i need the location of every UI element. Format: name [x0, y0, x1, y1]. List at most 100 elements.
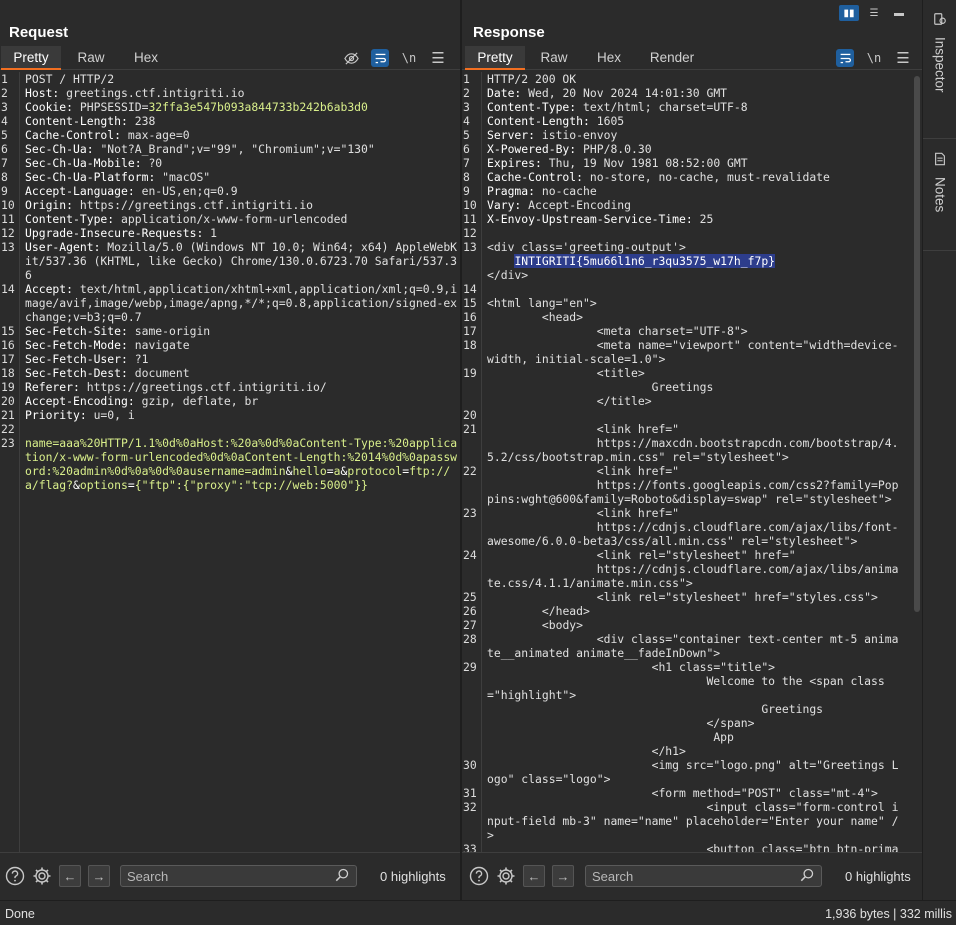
header-value: Thu, 19 Nov 1981 08:52:00 GMT [548, 156, 748, 170]
header-name: Server: [487, 128, 542, 142]
response-editor[interactable]: 1 HTTP/2 200 OK 2 Date: Wed, 20 Nov 2024 14… [462, 72, 922, 852]
line-number: 10 [1, 198, 15, 212]
line-number: 32 [463, 800, 477, 814]
line-number [462, 674, 482, 702]
search-icon[interactable] [800, 868, 814, 885]
code-line: 3 Cookie: PHPSESSID=32ffa3e547b093a844733… [0, 100, 460, 114]
header-name: Host: [25, 86, 67, 100]
highlights-count: 0 highlights [380, 869, 446, 884]
next-arrow-icon[interactable]: → [552, 865, 574, 887]
menu-icon[interactable]: ☰ [429, 49, 447, 67]
line-number [462, 268, 482, 282]
line-number: 12 [463, 226, 477, 240]
request-editor[interactable]: 1 POST / HTTP/2 2 Host: greetings.ctf.intig… [0, 72, 460, 852]
response-tab-raw[interactable]: Raw [526, 46, 582, 70]
previous-arrow-icon[interactable]: ← [59, 865, 81, 887]
response-search-input[interactable] [585, 865, 822, 887]
code-text: <input class="form-control input-field m… [487, 800, 899, 842]
line-number [462, 702, 482, 716]
response-tab-hex[interactable]: Hex [583, 46, 635, 70]
request-search-input[interactable] [120, 865, 357, 887]
code-line: </div> [462, 268, 902, 282]
line-content: App [482, 730, 902, 744]
header-value: max-age=0 [127, 128, 190, 142]
line-number: 23 [1, 436, 15, 450]
line-content: Host: greetings.ctf.intigriti.io [20, 86, 460, 100]
inspector-tab[interactable]: Inspector [923, 12, 956, 93]
code-line: Welcome to the <span class="highlight"> [462, 674, 902, 702]
line-number: 18 [463, 338, 477, 352]
line-content: Pragma: no-cache [482, 184, 902, 198]
code-line: 6 X-Powered-By: PHP/8.0.30 [462, 142, 902, 156]
line-content: </div> [482, 268, 902, 282]
line-content: name=aaa%20HTTP/1.1%0d%0aHost:%20a%0d%0a… [20, 436, 460, 492]
code-line: 10 Vary: Accept-Encoding [462, 198, 902, 212]
newline-icon[interactable]: \n [865, 49, 883, 67]
previous-arrow-icon[interactable]: ← [523, 865, 545, 887]
line-content: https://cdnjs.cloudflare.com/ajax/libs/f… [482, 520, 902, 548]
line-number: 7 [463, 156, 470, 170]
line-content: <head> [482, 310, 902, 324]
line-number [462, 254, 482, 268]
request-tabs: Pretty Raw Hex \n ☰ [0, 46, 460, 70]
header-value: text/html,application/xhtml+xml,applicat… [25, 282, 458, 324]
line-number: 20 [1, 394, 15, 408]
line-number: 19 [1, 380, 15, 394]
code-text: <button class="btn btn-primary [706, 842, 899, 852]
line-number: 6 [1, 142, 8, 156]
response-tab-pretty[interactable]: Pretty [465, 46, 525, 70]
wrap-icon[interactable] [371, 49, 389, 67]
help-icon[interactable] [468, 865, 490, 887]
menu-icon[interactable]: ☰ [894, 49, 912, 67]
body-param: hello [292, 464, 327, 478]
code-line: 21 Priority: u=0, i [0, 408, 460, 422]
response-size-timing: 1,936 bytes | 332 millis [825, 907, 952, 921]
code-text: https://maxcdn.bootstrapcdn.com/bootstra… [487, 436, 899, 464]
response-scrollbar[interactable] [914, 76, 920, 612]
header-name: User-Agent: [25, 240, 108, 254]
next-arrow-icon[interactable]: → [88, 865, 110, 887]
wrap-icon[interactable] [836, 49, 854, 67]
code-line: 10 Origin: https://greetings.ctf.intigrit… [0, 198, 460, 212]
search-icon[interactable] [335, 868, 349, 885]
line-number: 15 [1, 324, 15, 338]
layout-stacked-icon[interactable]: ☰ [864, 5, 884, 21]
help-icon[interactable] [4, 865, 26, 887]
notes-label: Notes [932, 177, 948, 213]
header-name: Sec-Fetch-Mode: [25, 338, 135, 352]
header-name: Sec-Ch-Ua-Platform: [25, 170, 163, 184]
code-text: POST / HTTP/2 [25, 72, 115, 86]
header-name: Referer: [25, 380, 87, 394]
code-line: 22 <link href=" [462, 464, 902, 478]
notes-tab[interactable]: Notes [923, 152, 956, 212]
header-value: document [134, 366, 190, 380]
code-text: <link rel="stylesheet" href=" [487, 548, 796, 562]
line-number: 16 [1, 338, 15, 352]
settings-gear-icon[interactable] [31, 865, 53, 887]
request-tab-pretty[interactable]: Pretty [1, 46, 61, 70]
code-text: App [487, 730, 734, 744]
code-text: <link href=" [487, 422, 680, 436]
header-name: Sec-Fetch-Site: [25, 324, 135, 338]
request-tab-hex[interactable]: Hex [120, 46, 172, 70]
header-name: X-Envoy-Upstream-Service-Time: [487, 212, 700, 226]
header-value: en-US,en;q=0.9 [141, 184, 238, 198]
response-title: Response [473, 24, 545, 41]
line-content: <link href=" [482, 464, 902, 478]
code-line: </title> [462, 394, 902, 408]
line-content: <button class="btn btn-primary [482, 842, 902, 852]
request-tab-raw[interactable]: Raw [62, 46, 120, 70]
layout-side-by-side-icon[interactable]: ▮▮ [839, 5, 859, 21]
code-text: <link rel="stylesheet" href="styles.css"… [487, 590, 878, 604]
newline-icon[interactable]: \n [400, 49, 418, 67]
code-line: https://fonts.googleapis.com/css2?family… [462, 478, 902, 506]
layout-tabs-icon[interactable]: ▬ [889, 5, 909, 21]
line-number: 4 [1, 114, 8, 128]
code-text: HTTP/2 200 OK [487, 72, 577, 86]
eye-off-icon[interactable] [342, 49, 360, 67]
settings-gear-icon[interactable] [495, 865, 517, 887]
code-text: <meta name="viewport" content="width=dev… [487, 338, 899, 366]
line-content [482, 408, 902, 422]
header-value: 238 [134, 114, 156, 128]
response-tab-render[interactable]: Render [636, 46, 708, 70]
